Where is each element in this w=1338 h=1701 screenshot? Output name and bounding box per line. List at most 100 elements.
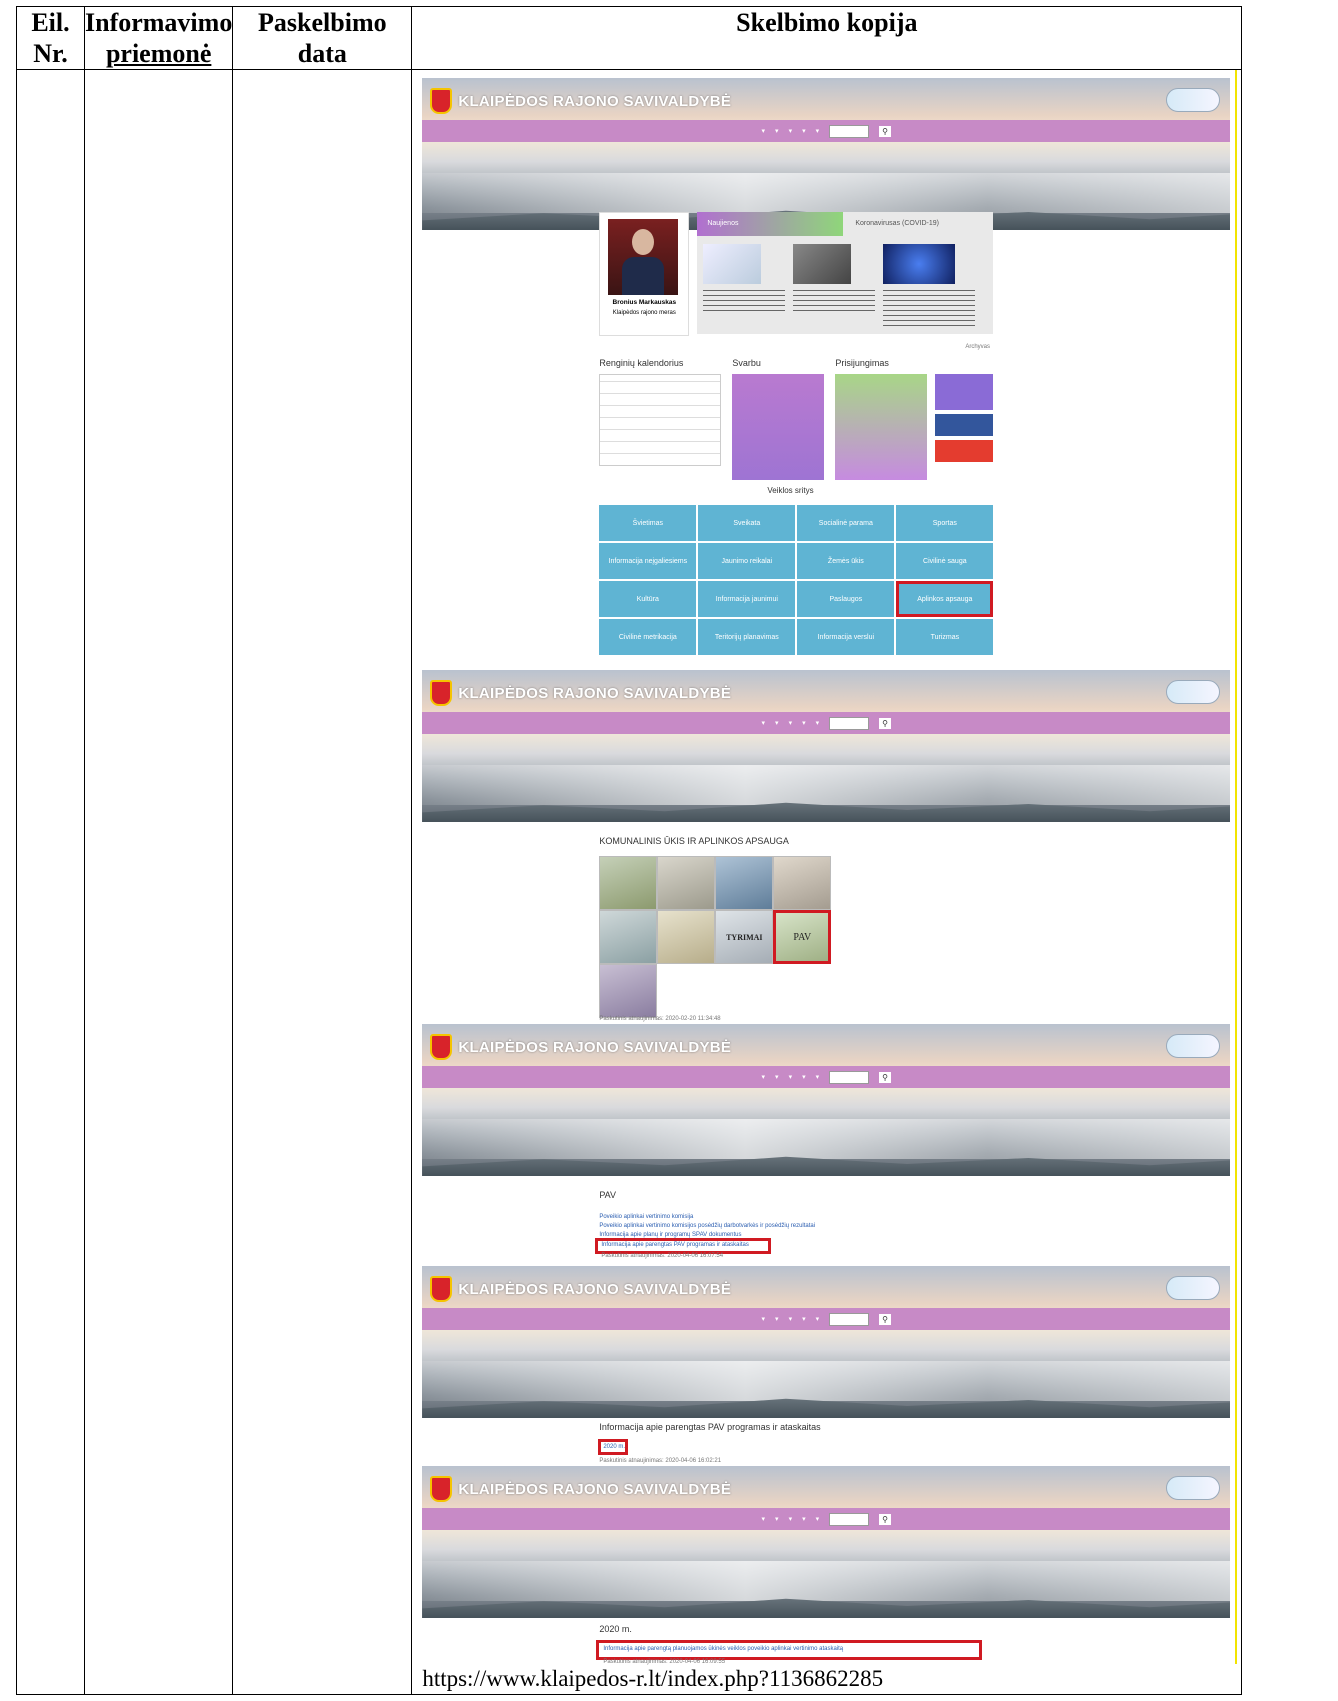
coat-of-arms-icon [430, 88, 453, 114]
site-header: KLAIPĖDOS RAJONO SAVIVALDYBĖ ▾ ▾ ▾ ▾ ▾ ⚲ [422, 78, 1231, 230]
source-url[interactable]: https://www.klaipedos-r.lt/index.php?113… [422, 1666, 883, 1692]
search-icon[interactable]: ⚲ [879, 1513, 892, 1525]
messenger-widget[interactable] [935, 374, 994, 410]
link[interactable]: Poveikio aplinkai vertinimo komisija [599, 1214, 693, 1220]
yellow-margin-line [1235, 70, 1238, 1664]
tile[interactable]: Civilinė metrikacija [599, 619, 697, 655]
last-updated: Paskutinis atnaujinimas: 2020-02-20 11:3… [599, 1016, 721, 1022]
screenshot-home: KLAIPĖDOS RAJONO SAVIVALDYBĖ ▾ ▾ ▾ ▾ ▾ ⚲ Bron… [422, 78, 1231, 668]
site-header: KLAIPĖDOS RAJONO SAVIVALDYBĖ ▾ ▾ ▾ ▾ ▾ ⚲ [422, 1024, 1231, 1176]
header-eil-nr: Eil. Nr. [16, 6, 85, 70]
search-icon[interactable]: ⚲ [879, 717, 892, 729]
news-image-1[interactable] [703, 244, 762, 284]
archyvas-link[interactable]: Archyvas [965, 344, 990, 350]
header-informavimo-priemone: Informavimo priemonė [83, 6, 234, 70]
tile-aplinkos-apsauga[interactable]: Aplinkos apsauga [896, 581, 994, 617]
tile[interactable]: Socialinė parama [797, 505, 895, 541]
site-logo[interactable]: KLAIPĖDOS RAJONO SAVIVALDYBĖ [430, 1276, 731, 1302]
screenshot-pav: KLAIPĖDOS RAJONO SAVIVALDYBĖ ▾ ▾ ▾ ▾ ▾ ⚲ PAV … [422, 1024, 1231, 1238]
main-nav[interactable]: ▾ ▾ ▾ ▾ ▾ ⚲ [422, 712, 1231, 734]
category-thumb-pav[interactable]: PAV [773, 910, 832, 964]
last-updated: Paskutinis atnaujinimas: 2020-04-06 16:0… [599, 1458, 722, 1464]
search-input[interactable] [829, 124, 870, 138]
last-updated: Paskutinis atnaujinimas: 2020-04-06 16:0… [603, 1659, 726, 1665]
search-input[interactable] [829, 1512, 870, 1526]
category-thumb[interactable] [599, 910, 658, 964]
mayor-photo [608, 219, 679, 295]
tab-covid[interactable]: Koronavirusas (COVID-19) [855, 212, 939, 236]
main-nav[interactable]: ▾ ▾ ▾ ▾ ▾ ⚲ [422, 1066, 1231, 1088]
tile[interactable]: Turizmas [896, 619, 994, 655]
highlight-box [595, 1238, 772, 1254]
news-text-1[interactable] [703, 290, 786, 314]
search-input[interactable] [829, 1070, 870, 1084]
cloud-logo-icon [1166, 88, 1221, 112]
tile[interactable]: Civilinė sauga [896, 543, 994, 579]
svarbu-title: Svarbu [732, 358, 761, 368]
main-nav[interactable]: ▾ ▾ ▾ ▾ ▾ ⚲ [422, 1508, 1231, 1530]
search-icon[interactable]: ⚲ [879, 125, 892, 137]
tile[interactable]: Teritorijų planavimas [698, 619, 796, 655]
category-thumb[interactable] [773, 856, 832, 910]
cloud-logo-icon [1166, 1276, 1221, 1300]
tab-naujienos[interactable]: Naujienos [697, 212, 844, 236]
site-logo[interactable]: KLAIPĖDOS RAJONO SAVIVALDYBĖ [430, 680, 731, 706]
youtube-widget[interactable] [935, 440, 994, 462]
site-logo[interactable]: KLAIPĖDOS RAJONO SAVIVALDYBĖ [430, 88, 731, 114]
highlight-box [596, 1640, 983, 1660]
news-image-2[interactable] [793, 244, 852, 284]
tile[interactable]: Žemės ūkis [797, 543, 895, 579]
coat-of-arms-icon [430, 1276, 453, 1302]
header-paskelbimo-data: Paskelbimo data [232, 6, 413, 70]
tile[interactable]: Švietimas [599, 505, 697, 541]
page-heading: Informacija apie parengtas PAV programas… [599, 1422, 821, 1432]
site-logo[interactable]: KLAIPĖDOS RAJONO SAVIVALDYBĖ [430, 1476, 731, 1502]
last-updated: Paskutinis atnaujinimas: 2020-04-06 16:0… [601, 1253, 724, 1259]
login-menu[interactable] [835, 374, 928, 480]
svarbu-menu[interactable] [732, 374, 825, 480]
site-header: KLAIPĖDOS RAJONO SAVIVALDYBĖ ▾ ▾ ▾ ▾ ▾ ⚲ [422, 670, 1231, 822]
tile[interactable]: Informacija verslui [797, 619, 895, 655]
main-nav[interactable]: ▾ ▾ ▾ ▾ ▾ ⚲ [422, 1308, 1231, 1330]
tile[interactable]: Kultūra [599, 581, 697, 617]
highlight-box [598, 1439, 629, 1455]
coat-of-arms-icon [430, 1034, 453, 1060]
search-icon[interactable]: ⚲ [879, 1071, 892, 1083]
tile[interactable]: Sportas [896, 505, 994, 541]
main-nav[interactable]: ▾ ▾ ▾ ▾ ▾ ⚲ [422, 120, 1231, 142]
search-input[interactable] [829, 716, 870, 730]
tile[interactable]: Jaunimo reikalai [698, 543, 796, 579]
search-icon[interactable]: ⚲ [879, 1313, 892, 1325]
news-text-2[interactable] [793, 290, 876, 314]
screenshot-komunalinis: KLAIPĖDOS RAJONO SAVIVALDYBĖ ▾ ▾ ▾ ▾ ▾ ⚲ KOMU… [422, 670, 1231, 1022]
category-thumb[interactable] [715, 856, 774, 910]
prisijungimas-title: Prisijungimas [835, 358, 889, 368]
header-skelbimo-kopija: Skelbimo kopija [411, 6, 1243, 70]
page-heading: KOMUNALINIS ŪKIS IR APLINKOS APSAUGA [599, 836, 789, 846]
screenshot-2020: KLAIPĖDOS RAJONO SAVIVALDYBĖ ▾ ▾ ▾ ▾ ▾ ⚲ 2020… [422, 1466, 1231, 1666]
category-thumb[interactable] [657, 910, 716, 964]
search-input[interactable] [829, 1312, 870, 1326]
mayor-card[interactable]: Bronius Markauskas Klaipėdos rajono mera… [599, 212, 690, 336]
tile[interactable]: Informacija neįgaliesiems [599, 543, 697, 579]
category-thumb[interactable] [599, 964, 658, 1018]
category-thumb[interactable] [599, 856, 658, 910]
calendar-title: Renginių kalendorius [599, 358, 684, 368]
page-heading: 2020 m. [599, 1624, 632, 1634]
news-text-3[interactable] [883, 290, 976, 326]
cell-informavimo-priemone [83, 69, 234, 1695]
site-logo[interactable]: KLAIPĖDOS RAJONO SAVIVALDYBĖ [430, 1034, 731, 1060]
tile[interactable]: Paslaugos [797, 581, 895, 617]
tile[interactable]: Informacija jaunimui [698, 581, 796, 617]
link[interactable]: Poveikio aplinkai vertinimo komisijos po… [599, 1223, 815, 1229]
page-heading: PAV [599, 1190, 617, 1200]
header-row: Eil. Nr. Informavimo priemonė Paskelbimo… [16, 6, 1243, 70]
event-calendar[interactable] [599, 374, 722, 466]
facebook-widget[interactable] [935, 414, 994, 436]
document-table: Eil. Nr. Informavimo priemonė Paskelbimo… [16, 6, 1243, 1695]
category-thumb[interactable] [657, 856, 716, 910]
news-image-3[interactable] [883, 244, 956, 284]
cell-skelbimo-kopija: KLAIPĖDOS RAJONO SAVIVALDYBĖ ▾ ▾ ▾ ▾ ▾ ⚲ Bron… [411, 69, 1243, 1695]
tile[interactable]: Sveikata [698, 505, 796, 541]
category-thumb-tyrimai[interactable]: TYRIMAI [715, 910, 774, 964]
